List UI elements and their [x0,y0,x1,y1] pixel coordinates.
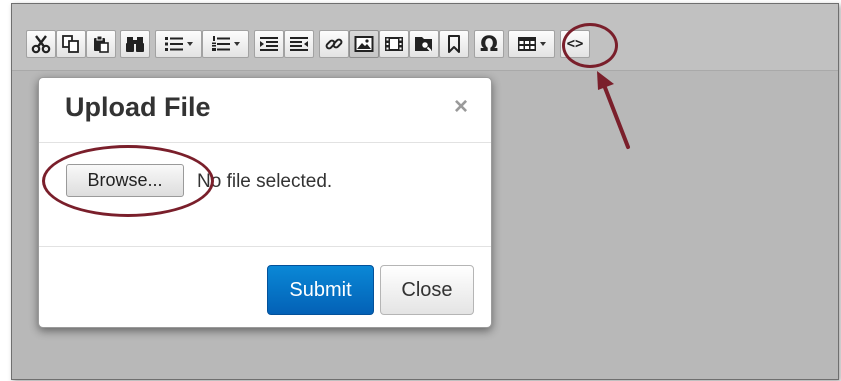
editor-frame: Ω <> Upload File × Browse... No file sel… [11,3,839,380]
find-button[interactable] [120,30,150,58]
indent-icon [260,37,278,51]
indent-button[interactable] [254,30,284,58]
bulleted-list-icon [165,37,183,51]
numbered-list-icon [212,36,230,51]
image-icon [354,36,374,52]
browse-button[interactable]: Browse... [66,164,184,197]
bookmark-icon [448,35,460,53]
chevron-down-icon [187,42,193,46]
link-icon [325,38,343,50]
copy-icon [62,35,79,53]
link-button[interactable] [319,30,349,58]
source-code-icon: <> [566,36,584,52]
copy-button[interactable] [56,30,86,58]
numbered-list-button[interactable] [202,30,249,58]
video-icon [385,37,403,51]
omega-icon: Ω [480,32,498,56]
editor-toolbar: Ω <> [12,4,838,71]
image-button[interactable] [349,30,379,58]
annotation-arrow-icon [597,71,630,149]
chevron-down-icon [540,42,546,46]
close-button[interactable]: Close [380,265,474,315]
file-status-text: No file selected. [197,171,333,192]
chevron-down-icon [234,42,240,46]
outdent-button[interactable] [284,30,314,58]
submit-button[interactable]: Submit [267,265,374,315]
video-button[interactable] [379,30,409,58]
file-search-icon [415,37,432,52]
upload-file-dialog: Upload File × Browse... No file selected… [38,77,492,328]
outdent-icon [290,37,308,51]
bulleted-list-button[interactable] [155,30,202,58]
bookmark-button[interactable] [439,30,469,58]
cut-button[interactable] [26,30,56,58]
dialog-header: Upload File × [39,78,491,143]
special-character-button[interactable]: Ω [474,30,504,58]
source-code-button[interactable]: <> [560,30,590,58]
paste-icon [94,35,109,53]
paste-button[interactable] [86,30,116,58]
table-icon [518,37,536,51]
dialog-title: Upload File [65,92,211,122]
table-button[interactable] [508,30,555,58]
close-icon[interactable]: × [454,95,468,119]
find-icon [126,37,144,52]
cut-icon [31,35,51,54]
file-browser-button[interactable] [409,30,439,58]
dialog-footer: Submit Close [39,246,491,327]
